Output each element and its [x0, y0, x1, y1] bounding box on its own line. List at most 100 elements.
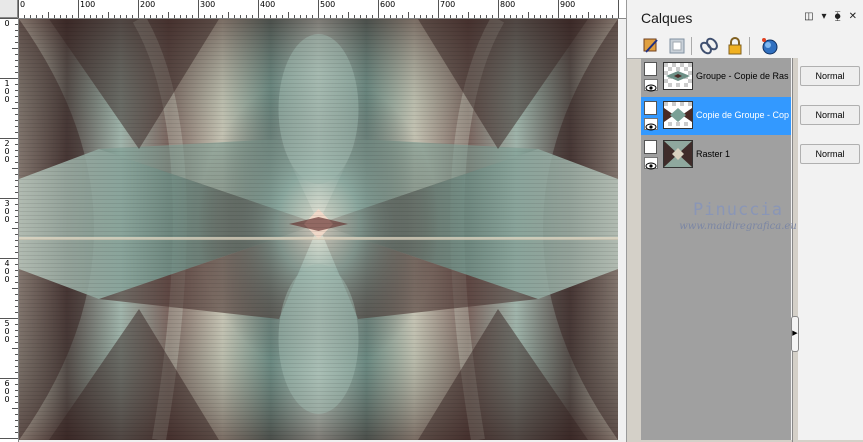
- ruler-tick: [228, 12, 229, 18]
- ruler-tick: [432, 15, 433, 18]
- artwork: [19, 19, 618, 440]
- ruler-tick: [186, 15, 187, 18]
- ruler-tick: [15, 240, 18, 241]
- layer-name: Groupe - Copie de Ras: [696, 71, 789, 81]
- ruler-tick: [15, 252, 18, 253]
- layers-palette: Calques ◫ ▾ ⧳ ✕ Groupe - Copie de Ras Co…: [626, 0, 863, 442]
- ruler-tick: [606, 15, 607, 18]
- ruler-tick: [510, 15, 511, 18]
- palette-splitter[interactable]: ▶: [791, 58, 799, 442]
- ruler-tick: [354, 15, 355, 18]
- ruler-label: 200: [140, 0, 156, 9]
- blend-mode-button[interactable]: Normal: [800, 66, 860, 86]
- ruler-tick: [414, 15, 415, 18]
- globe-icon[interactable]: [759, 36, 779, 56]
- eye-icon[interactable]: [644, 157, 658, 170]
- ruler-corner: [0, 0, 18, 18]
- ruler-tick: [552, 15, 553, 18]
- watermark-url: www.maidiregrafica.eu: [679, 221, 797, 232]
- layer-row[interactable]: Raster 1: [641, 136, 791, 174]
- ruler-tick: [15, 102, 18, 103]
- ruler-tick: [546, 15, 547, 18]
- toolbar-separator: [691, 37, 692, 55]
- palette-title: Calques: [641, 10, 693, 26]
- layer-thumbnail: [663, 101, 693, 129]
- ruler-tick: [15, 426, 18, 427]
- toolbar-separator: [749, 37, 750, 55]
- ruler-tick: [15, 432, 18, 433]
- ruler-tick: [15, 414, 18, 415]
- ruler-tick: [150, 15, 151, 18]
- close-icon[interactable]: ✕: [849, 12, 857, 22]
- ruler-label: 300: [4, 199, 10, 224]
- ruler-tick: [15, 204, 18, 205]
- ruler-tick: [12, 168, 18, 169]
- ruler-tick: [15, 174, 18, 175]
- ruler-tick: [15, 192, 18, 193]
- mask-icon[interactable]: [667, 36, 687, 56]
- ruler-tick: [174, 15, 175, 18]
- eye-icon[interactable]: [644, 79, 658, 92]
- ruler-tick: [108, 12, 109, 18]
- ruler-tick: [402, 15, 403, 18]
- ruler-tick: [270, 15, 271, 18]
- ruler-tick: [60, 15, 61, 18]
- blend-mode-button[interactable]: Normal: [800, 144, 860, 164]
- ruler-label: 200: [4, 139, 10, 164]
- ruler-tick: [618, 0, 619, 18]
- ruler-tick: [15, 72, 18, 73]
- ruler-label: 0: [20, 0, 26, 9]
- ruler-tick: [222, 15, 223, 18]
- ruler-tick: [576, 15, 577, 18]
- ruler-tick: [15, 390, 18, 391]
- lock-icon[interactable]: [725, 36, 745, 56]
- pin-icon[interactable]: ⧳: [835, 12, 841, 22]
- ruler-tick: [258, 0, 259, 18]
- ruler-tick: [0, 438, 18, 439]
- ruler-tick: [474, 15, 475, 18]
- ruler-tick: [15, 150, 18, 151]
- ruler-tick: [528, 12, 529, 18]
- splitter-handle[interactable]: ▶: [791, 316, 799, 352]
- ruler-tick: [276, 15, 277, 18]
- ruler-tick: [372, 15, 373, 18]
- blend-mode-button[interactable]: Normal: [800, 105, 860, 125]
- image-canvas[interactable]: [19, 19, 618, 440]
- ruler-tick: [15, 372, 18, 373]
- ruler-tick: [15, 312, 18, 313]
- ruler-tick: [564, 15, 565, 18]
- link-icon[interactable]: [699, 36, 719, 56]
- layer-row[interactable]: Groupe - Copie de Ras: [641, 58, 791, 96]
- ruler-tick: [15, 336, 18, 337]
- ruler-tick: [15, 324, 18, 325]
- expand-group-icon[interactable]: [644, 62, 657, 76]
- ruler-label: 100: [80, 0, 96, 9]
- expand-group-icon[interactable]: [644, 101, 657, 115]
- ruler-tick: [480, 15, 481, 18]
- ruler-tick: [456, 15, 457, 18]
- ruler-tick: [198, 0, 199, 18]
- ruler-tick: [126, 15, 127, 18]
- brush-edit-icon[interactable]: [641, 36, 661, 56]
- ruler-tick: [366, 15, 367, 18]
- ruler-label: 900: [560, 0, 576, 9]
- ruler-tick: [15, 156, 18, 157]
- watermark: Pinuccia www.maidiregrafica.eu: [663, 200, 813, 232]
- ruler-tick: [444, 15, 445, 18]
- ruler-label: 600: [380, 0, 396, 9]
- ruler-label: 500: [320, 0, 336, 9]
- ruler-tick: [420, 15, 421, 18]
- ruler-tick: [408, 12, 409, 18]
- eye-icon[interactable]: [644, 118, 658, 131]
- ruler-tick: [216, 15, 217, 18]
- ruler-tick: [138, 0, 139, 18]
- ruler-tick: [102, 15, 103, 18]
- watermark-title: Pinuccia: [693, 200, 783, 220]
- ruler-tick: [12, 48, 18, 49]
- layer-row-selected[interactable]: Copie de Groupe - Cop: [641, 97, 791, 135]
- ruler-tick: [462, 15, 463, 18]
- menu-arrow-icon[interactable]: ▾: [822, 12, 827, 22]
- ruler-tick: [15, 60, 18, 61]
- restore-icon[interactable]: ◫: [804, 12, 813, 22]
- ruler-tick: [540, 15, 541, 18]
